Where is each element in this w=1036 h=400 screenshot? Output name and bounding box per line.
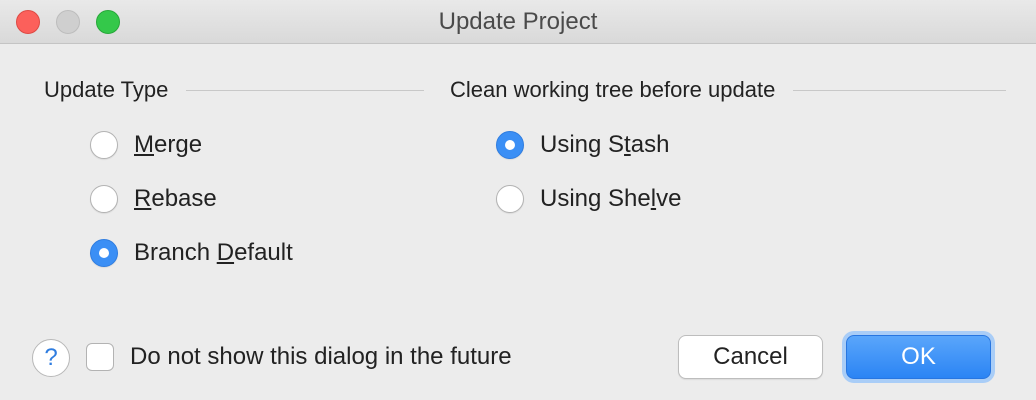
radio-merge[interactable]: Merge xyxy=(90,128,202,162)
do-not-show-checkbox-row[interactable]: Do not show this dialog in the future xyxy=(86,340,512,374)
do-not-show-checkbox[interactable] xyxy=(86,343,114,371)
radio-rebase-label: Rebase xyxy=(134,185,217,212)
title-bar: Update Project xyxy=(0,0,1036,44)
radio-using-shelve-label: Using Shelve xyxy=(540,185,682,212)
radio-using-stash-label: Using Stash xyxy=(540,131,670,158)
update-type-header-label: Update Type xyxy=(44,77,169,102)
clean-tree-group-header: Clean working tree before update xyxy=(450,75,1006,105)
window-title: Update Project xyxy=(438,8,598,35)
radio-branch-default-label: Branch Default xyxy=(134,239,293,266)
radio-using-shelve[interactable]: Using Shelve xyxy=(496,182,681,216)
cancel-button[interactable]: Cancel xyxy=(678,335,823,379)
clean-tree-separator xyxy=(793,89,1006,91)
radio-using-shelve-indicator[interactable] xyxy=(496,185,524,213)
update-project-dialog: Update Project Update Type Merge Rebase … xyxy=(0,0,1036,400)
radio-using-stash-indicator[interactable] xyxy=(496,131,524,159)
radio-branch-default-indicator[interactable] xyxy=(90,239,118,267)
radio-merge-label: Merge xyxy=(134,131,203,158)
radio-using-stash[interactable]: Using Stash xyxy=(496,128,669,162)
ok-button[interactable]: OK xyxy=(846,335,991,379)
radio-rebase[interactable]: Rebase xyxy=(90,182,217,216)
help-button[interactable]: ? xyxy=(32,339,70,377)
clean-tree-header-label: Clean working tree before update xyxy=(450,77,776,102)
radio-branch-default[interactable]: Branch Default xyxy=(90,236,293,270)
help-icon: ? xyxy=(44,344,58,371)
do-not-show-checkbox-label: Do not show this dialog in the future xyxy=(130,343,512,370)
update-type-group-header: Update Type xyxy=(44,75,424,105)
update-type-separator xyxy=(186,89,424,91)
radio-merge-indicator[interactable] xyxy=(90,131,118,159)
radio-rebase-indicator[interactable] xyxy=(90,185,118,213)
